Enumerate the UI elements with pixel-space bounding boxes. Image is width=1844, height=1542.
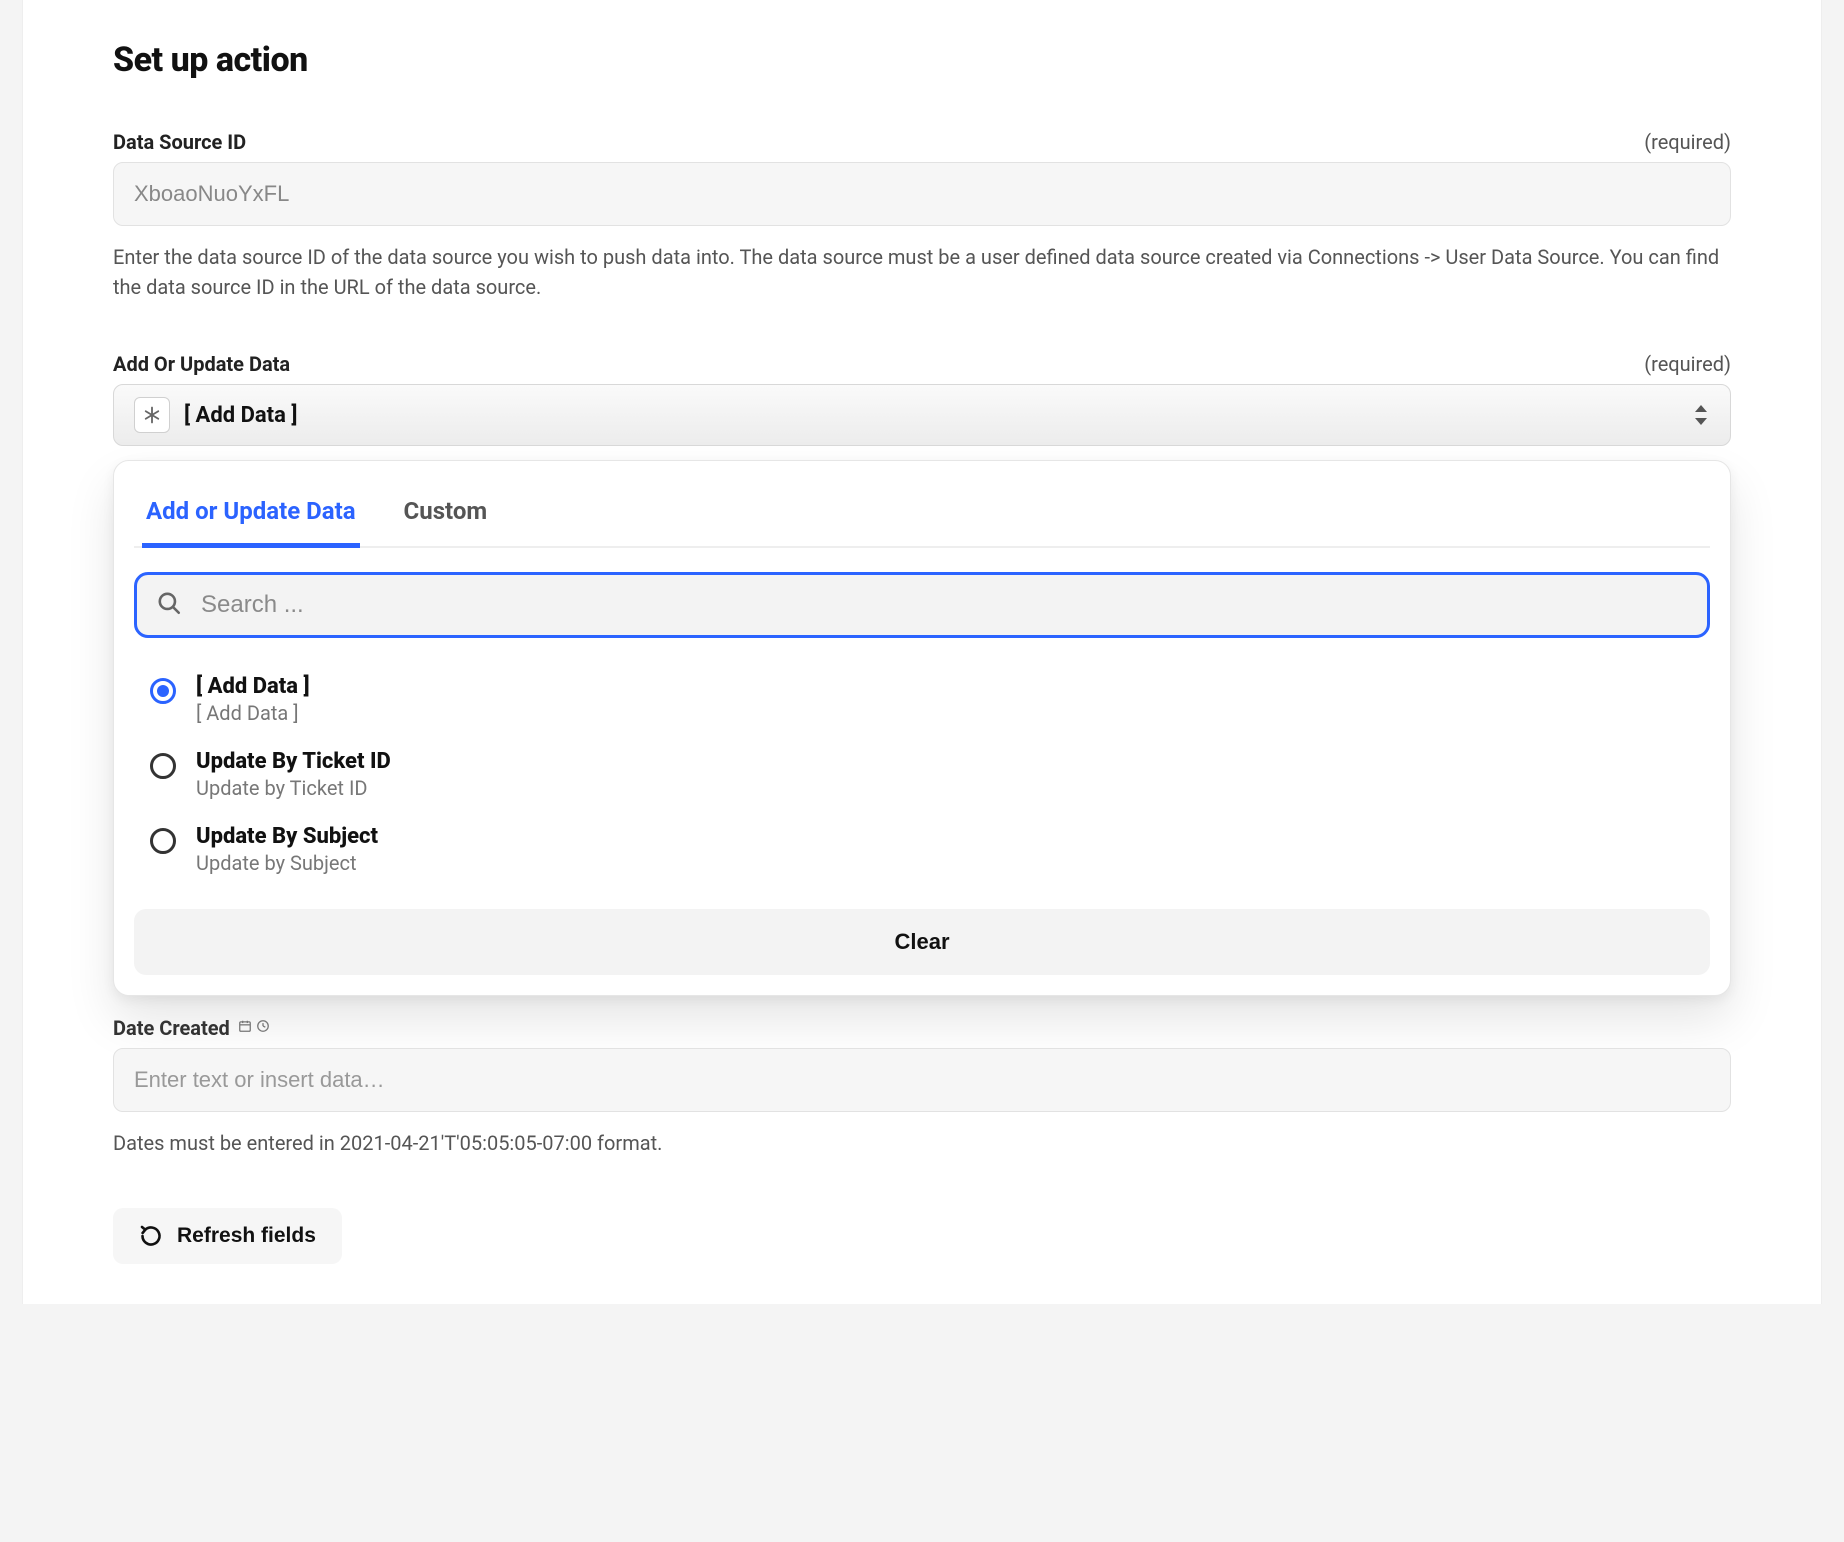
data-source-id-input[interactable] xyxy=(113,162,1731,226)
refresh-icon xyxy=(139,1224,163,1248)
field-data-source-id: Data Source ID (required) Enter the data… xyxy=(113,130,1731,302)
radio-selected-icon xyxy=(150,678,176,704)
option-title: Update By Subject xyxy=(196,824,378,849)
data-source-id-required: (required) xyxy=(1644,130,1731,154)
page-title: Set up action xyxy=(113,40,1731,80)
radio-unselected-icon xyxy=(150,753,176,779)
form-card: Set up action Data Source ID (required) … xyxy=(22,0,1822,1304)
calendar-icon xyxy=(238,1019,252,1037)
data-source-id-help: Enter the data source ID of the data sou… xyxy=(113,242,1731,302)
refresh-fields-button[interactable]: Refresh fields xyxy=(113,1208,342,1264)
chevron-sort-icon xyxy=(1692,403,1710,427)
tab-add-or-update[interactable]: Add or Update Data xyxy=(142,487,360,548)
dropdown-tabs: Add or Update Data Custom xyxy=(134,485,1710,548)
add-or-update-selected-value: [ Add Data ] xyxy=(184,403,297,428)
option-subtitle: Update by Subject xyxy=(196,851,378,875)
clock-icon xyxy=(256,1019,270,1037)
date-created-help: Dates must be entered in 2021-04-21'T'05… xyxy=(113,1128,1731,1158)
refresh-fields-label: Refresh fields xyxy=(177,1224,316,1248)
field-date-created: Date Created xyxy=(113,1016,1731,1158)
option-update-by-subject[interactable]: Update By Subject Update by Subject xyxy=(142,812,1702,887)
add-or-update-label: Add Or Update Data xyxy=(113,352,290,376)
option-subtitle: [ Add Data ] xyxy=(196,701,310,725)
date-created-label: Date Created xyxy=(113,1016,230,1040)
add-or-update-dropdown: Add or Update Data Custom xyxy=(113,460,1731,996)
option-title: [ Add Data ] xyxy=(196,674,310,699)
add-or-update-required: (required) xyxy=(1644,352,1731,376)
tab-custom[interactable]: Custom xyxy=(400,487,492,548)
dropdown-option-list: [ Add Data ] [ Add Data ] Update By Tick… xyxy=(134,656,1710,895)
date-created-input[interactable] xyxy=(113,1048,1731,1112)
option-title: Update By Ticket ID xyxy=(196,749,391,774)
option-update-by-ticket-id[interactable]: Update By Ticket ID Update by Ticket ID xyxy=(142,737,1702,812)
clear-button[interactable]: Clear xyxy=(134,909,1710,975)
asterisk-icon xyxy=(134,397,170,433)
add-or-update-select[interactable]: [ Add Data ] xyxy=(113,384,1731,446)
option-add-data[interactable]: [ Add Data ] [ Add Data ] xyxy=(142,662,1702,737)
option-subtitle: Update by Ticket ID xyxy=(196,776,391,800)
radio-unselected-icon xyxy=(150,828,176,854)
data-source-id-label: Data Source ID xyxy=(113,130,246,154)
field-add-or-update: Add Or Update Data (required) [ Add Data… xyxy=(113,352,1731,996)
search-icon xyxy=(156,590,182,620)
dropdown-search-input[interactable] xyxy=(134,572,1710,638)
